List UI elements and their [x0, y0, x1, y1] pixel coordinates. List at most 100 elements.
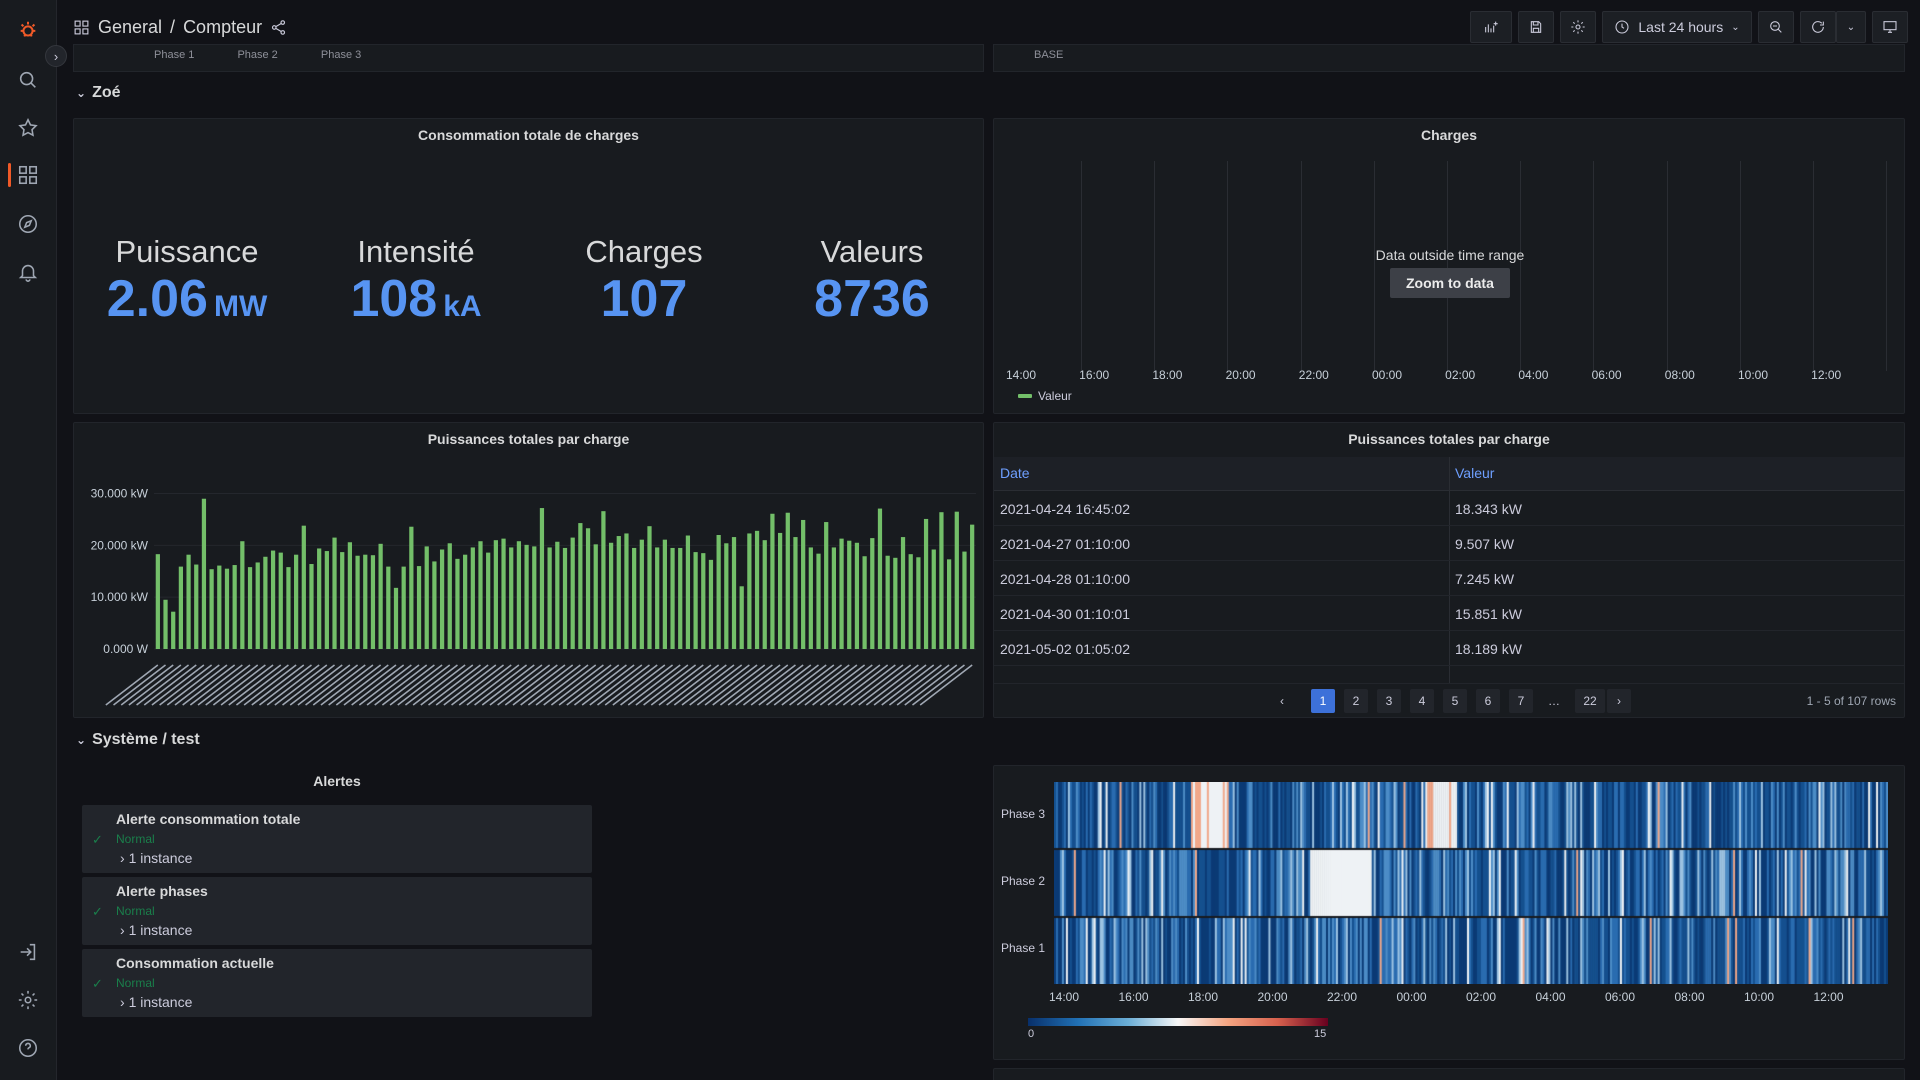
bar[interactable]: [524, 544, 529, 649]
bar[interactable]: [839, 538, 844, 649]
bar[interactable]: [347, 542, 353, 649]
bar[interactable]: [585, 528, 591, 649]
bar[interactable]: [801, 519, 806, 649]
bar[interactable]: [647, 526, 652, 649]
panel-title[interactable]: Puissances totales par charge: [994, 431, 1904, 447]
bar[interactable]: [486, 552, 491, 649]
bar[interactable]: [532, 546, 537, 649]
bar[interactable]: [877, 508, 883, 649]
bar[interactable]: [547, 547, 552, 649]
bar[interactable]: [509, 547, 514, 649]
sign-in-icon[interactable]: [14, 938, 42, 966]
bar[interactable]: [754, 530, 760, 649]
bar[interactable]: [439, 549, 445, 649]
alert-rule-name[interactable]: Alerte phases: [116, 883, 208, 899]
explore-compass-icon[interactable]: [14, 210, 42, 238]
bar[interactable]: [432, 561, 437, 649]
bar[interactable]: [639, 539, 644, 649]
refresh-interval-dropdown[interactable]: ⌄: [1836, 11, 1866, 43]
bar[interactable]: [624, 533, 629, 649]
bar[interactable]: [294, 554, 299, 649]
bar[interactable]: [555, 541, 560, 649]
zoom-out-button[interactable]: [1758, 11, 1794, 43]
table-row[interactable]: 2021-04-24 16:45:02 18.343 kW: [994, 491, 1904, 526]
alert-rule-name[interactable]: Consommation actuelle: [116, 955, 274, 971]
bar[interactable]: [301, 525, 306, 649]
bar[interactable]: [455, 558, 460, 649]
save-dashboard-button[interactable]: [1518, 11, 1554, 43]
bar[interactable]: [562, 547, 568, 649]
bar[interactable]: [416, 566, 422, 649]
alert-instances-toggle[interactable]: › 1 instance: [120, 994, 192, 1010]
bar[interactable]: [278, 552, 283, 649]
help-icon[interactable]: [14, 1034, 42, 1062]
bar[interactable]: [939, 512, 944, 649]
row-systeme-test[interactable]: ⌄ Système / test: [76, 731, 200, 749]
alert-instances-toggle[interactable]: › 1 instance: [120, 922, 192, 938]
bar[interactable]: [678, 547, 683, 649]
bar[interactable]: [286, 567, 291, 649]
breadcrumb-folder[interactable]: General: [98, 17, 162, 38]
bar[interactable]: [793, 537, 798, 649]
bar[interactable]: [463, 554, 468, 649]
bar[interactable]: [847, 540, 852, 649]
bar[interactable]: [201, 498, 207, 649]
pagination-page-2[interactable]: 2: [1344, 689, 1368, 713]
bar[interactable]: [601, 511, 606, 649]
bar[interactable]: [501, 538, 506, 649]
bar[interactable]: [885, 555, 890, 649]
panel-title[interactable]: Consommation totale de charges: [74, 127, 983, 143]
bar[interactable]: [470, 547, 475, 649]
bar[interactable]: [777, 532, 783, 649]
bar[interactable]: [324, 551, 329, 649]
bar[interactable]: [224, 568, 230, 649]
legend-item[interactable]: Valeur: [1018, 389, 1072, 403]
bar[interactable]: [870, 538, 875, 649]
bar[interactable]: [785, 512, 790, 649]
bar[interactable]: [747, 533, 752, 649]
bar[interactable]: [393, 587, 399, 649]
bar[interactable]: [386, 566, 391, 649]
gear-icon[interactable]: [14, 986, 42, 1014]
bar[interactable]: [516, 541, 522, 649]
bar[interactable]: [808, 547, 813, 649]
search-icon[interactable]: [14, 66, 42, 94]
pagination-page-5[interactable]: 5: [1443, 689, 1467, 713]
bar[interactable]: [155, 554, 160, 649]
bar[interactable]: [854, 542, 860, 649]
pagination-page-7[interactable]: 7: [1509, 689, 1533, 713]
bar[interactable]: [816, 553, 821, 649]
bar[interactable]: [708, 559, 714, 649]
bar[interactable]: [317, 548, 322, 649]
panel-title[interactable]: Charges: [994, 127, 1904, 143]
bar[interactable]: [655, 547, 660, 649]
bar[interactable]: [739, 586, 744, 649]
table-row[interactable]: 2021-05-02 01:05:02 18.189 kW: [994, 631, 1904, 666]
star-icon[interactable]: [14, 114, 42, 142]
bar[interactable]: [493, 540, 498, 649]
bar[interactable]: [724, 543, 729, 649]
bar[interactable]: [209, 569, 214, 649]
bar[interactable]: [424, 546, 429, 649]
heatmap-canvas[interactable]: [1054, 782, 1888, 984]
breadcrumb-dashboard[interactable]: Compteur: [183, 17, 262, 38]
bar[interactable]: [240, 541, 245, 649]
bar[interactable]: [255, 562, 260, 649]
bar[interactable]: [447, 543, 452, 649]
bar[interactable]: [947, 559, 952, 649]
bar[interactable]: [685, 535, 691, 649]
refresh-button[interactable]: [1800, 11, 1836, 43]
bar[interactable]: [616, 536, 621, 649]
bar[interactable]: [931, 549, 936, 649]
table-row[interactable]: 2021-04-28 01:10:00 7.245 kW: [994, 561, 1904, 596]
alert-rule-card[interactable]: Alerte consommation totale ✓ Normal › 1 ins…: [82, 805, 592, 873]
alert-rule-card[interactable]: Consommation actuelle ✓ Normal › 1 instance: [82, 949, 592, 1017]
bar[interactable]: [578, 523, 583, 649]
row-zoe[interactable]: ⌄ Zoé: [76, 84, 121, 102]
pagination-page-4[interactable]: 4: [1410, 689, 1434, 713]
bar[interactable]: [954, 511, 959, 649]
add-panel-button[interactable]: [1470, 11, 1512, 43]
dashboard-settings-button[interactable]: [1560, 11, 1596, 43]
bar[interactable]: [232, 565, 237, 649]
bar[interactable]: [593, 544, 598, 649]
